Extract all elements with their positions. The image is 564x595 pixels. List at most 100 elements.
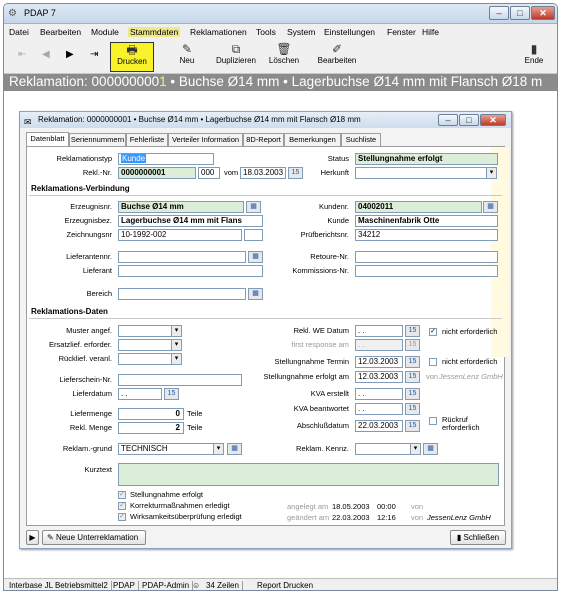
nicht-erforderlich-2-checkbox[interactable] bbox=[429, 358, 437, 366]
zeichnungsnr-index-field[interactable] bbox=[244, 229, 263, 241]
erfolgt-field[interactable]: 12.03.2003 bbox=[355, 371, 403, 383]
rueckruf-label: Rückruf erforderlich bbox=[442, 415, 480, 432]
tab-datenblatt[interactable]: Datenblatt bbox=[26, 132, 69, 146]
ersatz-select[interactable] bbox=[118, 339, 172, 351]
herkunft-select[interactable] bbox=[355, 167, 487, 179]
liefermenge-field[interactable]: 0 bbox=[118, 408, 184, 420]
kommission-field[interactable] bbox=[355, 265, 498, 277]
status-field[interactable]: Stellungnahme erfolgt bbox=[355, 153, 498, 165]
menu-hilfe[interactable]: Hilfe bbox=[422, 27, 439, 37]
first-record-icon[interactable]: ⇤ bbox=[18, 49, 26, 60]
menu-module[interactable]: Module bbox=[91, 27, 119, 37]
bereich-lookup-icon[interactable]: ▦ bbox=[248, 288, 263, 300]
herkunft-dropdown-icon[interactable]: ▾ bbox=[486, 167, 497, 179]
wirksamkeit-checkbox[interactable]: ✓ bbox=[118, 513, 126, 521]
tab-bemerkungen[interactable]: Bemerkungen bbox=[284, 133, 341, 146]
we-datum-field[interactable]: . . bbox=[355, 325, 403, 337]
ruecklieferung-dropdown-icon[interactable]: ▾ bbox=[171, 353, 182, 365]
prev-record-icon[interactable]: ◀ bbox=[42, 49, 50, 60]
stellungnahme-erfolgt-checkbox[interactable]: ✓ bbox=[118, 491, 126, 499]
menu-bearbeiten[interactable]: Bearbeiten bbox=[40, 27, 81, 37]
lieferantennr-field[interactable] bbox=[118, 251, 246, 263]
lieferdatum-calendar-icon[interactable]: 15 bbox=[164, 388, 179, 400]
dialog-maximize-button[interactable]: □ bbox=[459, 114, 479, 126]
kva-erstellt-field[interactable]: . . bbox=[355, 388, 403, 400]
grund-dropdown-icon[interactable]: ▾ bbox=[213, 443, 224, 455]
erzeugnisnr-field[interactable]: Buchse Ø14 mm bbox=[118, 201, 244, 213]
korrekturmassnahmen-checkbox[interactable]: ✓ bbox=[118, 502, 126, 510]
neue-unterreklamation-button[interactable]: ✎ Neue Unterreklamation bbox=[42, 530, 146, 545]
next-record-icon[interactable]: ▶ bbox=[66, 49, 74, 60]
neu-button[interactable]: ✎ Neu bbox=[174, 42, 200, 65]
minimize-button[interactable]: – bbox=[489, 6, 509, 20]
zeichnungsnr-field[interactable]: 10-1992-002 bbox=[118, 229, 242, 241]
expand-arrow-button[interactable]: ▶ bbox=[26, 530, 39, 545]
menu-datei[interactable]: Datei bbox=[9, 27, 29, 37]
workspace: ✉ Reklamation: 0000000001 • Buchse Ø14 m… bbox=[4, 91, 557, 578]
kennz-lookup-icon[interactable]: ▦ bbox=[423, 443, 438, 455]
lieferantennr-lookup-icon[interactable]: ▦ bbox=[248, 251, 263, 263]
rueckruf-checkbox[interactable] bbox=[429, 417, 437, 425]
menu-stammdaten[interactable]: Stammdaten bbox=[128, 27, 181, 37]
menu-fenster[interactable]: Fenster bbox=[387, 27, 416, 37]
muster-dropdown-icon[interactable]: ▾ bbox=[171, 325, 182, 337]
we-datum-calendar-icon[interactable]: 15 bbox=[405, 325, 420, 337]
tab-seriennummern[interactable]: Seriennummern bbox=[69, 133, 126, 146]
kva-beantwortet-calendar-icon[interactable]: 15 bbox=[405, 403, 420, 415]
menu-reklamationen[interactable]: Reklamationen bbox=[190, 27, 247, 37]
tab-fehlerliste[interactable]: Fehlerliste bbox=[126, 133, 168, 146]
loeschen-button[interactable]: 🗑 Löschen bbox=[266, 42, 302, 65]
bereich-field[interactable] bbox=[118, 288, 246, 300]
schliessen-button[interactable]: ▮ Schließen bbox=[450, 530, 506, 545]
last-record-icon[interactable]: ⇥ bbox=[90, 49, 98, 60]
kennz-dropdown-icon[interactable]: ▾ bbox=[410, 443, 421, 455]
bearbeiten-button[interactable]: ✐ Bearbeiten bbox=[315, 42, 359, 65]
rekl-nr-field[interactable]: 0000000001 bbox=[118, 167, 196, 179]
vom-date-field[interactable]: 18.03.2003 bbox=[240, 167, 286, 179]
kva-erstellt-calendar-icon[interactable]: 15 bbox=[405, 388, 420, 400]
close-button[interactable]: ✕ bbox=[531, 6, 555, 20]
duplizieren-button[interactable]: ⧉ Duplizieren bbox=[213, 42, 259, 65]
reklmenge-field[interactable]: 2 bbox=[118, 422, 184, 434]
grund-lookup-icon[interactable]: ▦ bbox=[227, 443, 242, 455]
lieferant-field[interactable] bbox=[118, 265, 263, 277]
kunde-field[interactable]: Maschinenfabrik Otte bbox=[355, 215, 498, 227]
lieferschein-field[interactable] bbox=[118, 374, 242, 386]
kennz-select[interactable] bbox=[355, 443, 411, 455]
tab-8d-report[interactable]: 8D-Report bbox=[243, 133, 284, 146]
maximize-button[interactable]: □ bbox=[510, 6, 530, 20]
retoure-field[interactable] bbox=[355, 251, 498, 263]
termin-calendar-icon[interactable]: 15 bbox=[405, 356, 420, 368]
menu-einstellungen[interactable]: Einstellungen bbox=[324, 27, 375, 37]
ersatz-dropdown-icon[interactable]: ▾ bbox=[171, 339, 182, 351]
grund-select[interactable]: TECHNISCH bbox=[118, 443, 214, 455]
pruefbericht-field[interactable]: 34212 bbox=[355, 229, 498, 241]
kurztext-field[interactable] bbox=[118, 463, 499, 486]
reklamationstyp-field[interactable]: Kunde bbox=[118, 153, 214, 165]
erfolgt-label: Stellungnahme erfolgt am bbox=[263, 372, 349, 381]
erzeugnisnr-lookup-icon[interactable]: ▦ bbox=[246, 201, 261, 213]
lieferschein-label: Lieferschein-Nr. bbox=[59, 375, 112, 384]
abschluss-field[interactable]: 22.03.2003 bbox=[355, 420, 403, 432]
kundennr-lookup-icon[interactable]: ▦ bbox=[483, 201, 498, 213]
erfolgt-calendar-icon[interactable]: 15 bbox=[405, 371, 420, 383]
dialog-close-button[interactable]: ✕ bbox=[480, 114, 506, 126]
kva-beantwortet-field[interactable]: . . bbox=[355, 403, 403, 415]
muster-select[interactable] bbox=[118, 325, 172, 337]
lieferdatum-field[interactable]: . . bbox=[118, 388, 162, 400]
termin-field[interactable]: 12.03.2003 bbox=[355, 356, 403, 368]
erzeugnisbez-field[interactable]: Lagerbuchse Ø14 mm mit Flans bbox=[118, 215, 263, 227]
rekl-sub-field[interactable]: 000 bbox=[198, 167, 220, 179]
ende-button[interactable]: ▮ Ende bbox=[522, 42, 546, 65]
abschluss-calendar-icon[interactable]: 15 bbox=[405, 420, 420, 432]
menu-tools[interactable]: Tools bbox=[256, 27, 276, 37]
ruecklieferung-select[interactable] bbox=[118, 353, 172, 365]
tab-verteiler-information[interactable]: Verteiler Information bbox=[168, 133, 243, 146]
menu-system[interactable]: System bbox=[287, 27, 315, 37]
dialog-minimize-button[interactable]: – bbox=[438, 114, 458, 126]
vom-calendar-icon[interactable]: 15 bbox=[288, 167, 303, 179]
kundennr-field[interactable]: 04002011 bbox=[355, 201, 482, 213]
tab-suchliste[interactable]: Suchliste bbox=[341, 133, 381, 146]
drucken-button[interactable]: 🖶 Drucken bbox=[110, 42, 154, 72]
nicht-erforderlich-1-checkbox[interactable]: ✓ bbox=[429, 328, 437, 336]
